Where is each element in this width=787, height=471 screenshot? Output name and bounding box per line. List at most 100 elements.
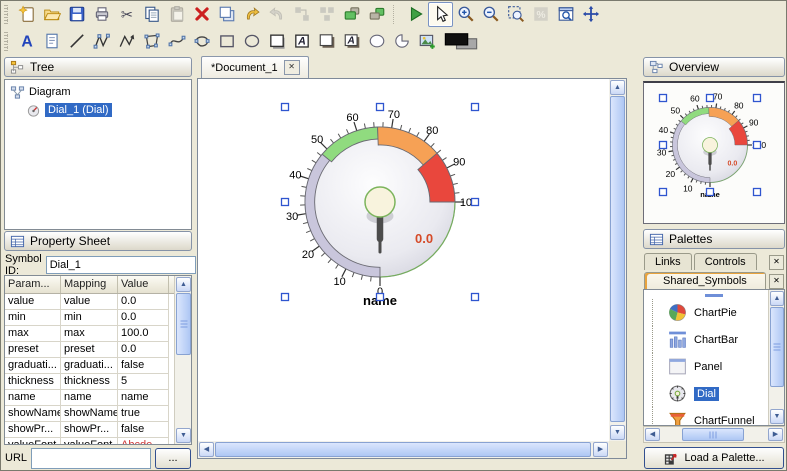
note-tool-button[interactable] (39, 29, 64, 54)
document-tab-close-icon[interactable]: ✕ (284, 60, 300, 75)
property-row[interactable]: valuevalue0.0 (5, 294, 191, 310)
document-tab[interactable]: *Document_1 ✕ (201, 56, 309, 78)
property-sheet-header[interactable]: Property Sheet (4, 231, 192, 251)
scroll-up-button[interactable]: ▲ (770, 291, 784, 306)
column-header[interactable]: Param... (5, 276, 61, 293)
symbol-id-field[interactable] (46, 256, 196, 274)
arrow-line-tool-button[interactable] (114, 29, 139, 54)
palette-tab-controls[interactable]: Controls (694, 253, 757, 270)
palettes-panel-header[interactable]: Palettes (643, 229, 785, 249)
send-to-back-button[interactable] (364, 2, 389, 27)
bring-to-front-button[interactable] (339, 2, 364, 27)
undo-button[interactable] (239, 2, 264, 27)
add-image-tool-button[interactable] (414, 29, 439, 54)
property-row[interactable]: graduati...graduati...false (5, 358, 191, 374)
palette-item-dial[interactable]: Dial (644, 380, 784, 407)
property-row[interactable]: showNameshowNametrue (5, 406, 191, 422)
scroll-thumb[interactable] (610, 96, 625, 422)
dial-widget[interactable]: 01020304050607080901000.0name (198, 79, 609, 441)
polygon-tool-button[interactable] (139, 29, 164, 54)
zoom-rect-button[interactable] (503, 2, 528, 27)
property-scrollbar[interactable]: ▲ ▼ (174, 276, 191, 444)
load-palette-button[interactable]: Load a Palette... (644, 447, 784, 469)
diagram-canvas[interactable]: 01020304050607080901000.0name ▲ ▼ ◀ ▶ (197, 78, 627, 459)
panel-tool-button[interactable] (264, 29, 289, 54)
canvas-hscrollbar[interactable]: ◀ ▶ (198, 441, 609, 458)
rect-outline-tool-button[interactable] (214, 29, 239, 54)
open-button[interactable] (39, 2, 64, 27)
url-browse-button[interactable]: ... (155, 448, 191, 469)
scroll-up-button[interactable]: ▲ (610, 80, 625, 95)
scroll-thumb[interactable] (215, 442, 591, 457)
scroll-thumb[interactable] (176, 293, 191, 355)
scroll-right-button[interactable]: ▶ (768, 428, 783, 441)
property-row[interactable]: presetpreset0.0 (5, 342, 191, 358)
pointer-button[interactable] (428, 2, 453, 27)
palette-hscrollbar[interactable]: ◀ ▶ (643, 426, 785, 443)
svg-text:0.0: 0.0 (728, 161, 738, 168)
scroll-left-button[interactable]: ◀ (645, 428, 660, 441)
palette-tab-links[interactable]: Links (644, 253, 692, 270)
property-row[interactable]: namenamename (5, 390, 191, 406)
scroll-thumb[interactable] (682, 428, 744, 441)
zoom-out-button[interactable] (478, 2, 503, 27)
text-tool-button[interactable]: A (14, 29, 39, 54)
overview-canvas[interactable]: 01020304050607080901000.0name (643, 81, 785, 224)
polyline-tool-button[interactable] (89, 29, 114, 54)
property-row[interactable]: minmin0.0 (5, 310, 191, 326)
property-row[interactable]: valueFontvalueFontAbcde (5, 438, 191, 445)
palette-tab-shared-symbols[interactable]: Shared_Symbols (644, 272, 766, 289)
column-header[interactable]: Value (118, 276, 169, 293)
scroll-right-button[interactable]: ▶ (593, 442, 608, 457)
pan-button[interactable] (578, 2, 603, 27)
scroll-up-button[interactable]: ▲ (176, 277, 191, 292)
color-swatches-button[interactable] (439, 29, 483, 54)
copy-button[interactable] (139, 2, 164, 27)
ellipse-tool-button[interactable] (364, 29, 389, 54)
print-button[interactable] (89, 2, 114, 27)
property-row[interactable]: thicknessthickness5 (5, 374, 191, 390)
column-header[interactable]: Mapping (61, 276, 118, 293)
zoom-in-button[interactable] (453, 2, 478, 27)
scroll-thumb[interactable] (770, 307, 784, 387)
canvas-vscrollbar[interactable]: ▲ ▼ (609, 79, 626, 441)
palette-item-chartfunnel[interactable]: ChartFunnel (644, 407, 784, 426)
tree-node-dial[interactable]: Dial_1 (Dial) (5, 101, 191, 119)
dark-text-box-tool-button[interactable]: A (339, 29, 364, 54)
cut-button[interactable]: ✂ (114, 2, 139, 27)
scroll-left-button[interactable]: ◀ (199, 442, 214, 457)
arc-tool-button[interactable] (389, 29, 414, 54)
delete-button[interactable] (189, 2, 214, 27)
send-to-back-icon (368, 5, 386, 23)
palette-item-chartbar[interactable]: ChartBar (644, 326, 784, 353)
tree-node-diagram[interactable]: Diagram (5, 80, 191, 101)
property-row[interactable]: showPr...showPr...false (5, 422, 191, 438)
text-box-tool-button[interactable]: A (289, 29, 314, 54)
rect-outline-tool-icon (218, 32, 236, 50)
scroll-down-button[interactable]: ▼ (610, 425, 625, 440)
palette-tab-close-icon[interactable]: ✕ (769, 274, 784, 289)
toolbar-grip[interactable] (4, 5, 8, 24)
clone-button[interactable] (214, 2, 239, 27)
run-button[interactable] (403, 2, 428, 27)
overview-panel-header[interactable]: Overview (643, 57, 785, 77)
scroll-down-button[interactable]: ▼ (176, 428, 191, 443)
save-button[interactable] (64, 2, 89, 27)
url-input[interactable] (31, 448, 151, 469)
closed-curve-tool-button[interactable] (189, 29, 214, 54)
curve-tool-button[interactable] (164, 29, 189, 54)
palette-tab-close-icon[interactable]: ✕ (769, 255, 784, 270)
tree-panel-header[interactable]: Tree (4, 57, 192, 77)
scroll-down-button[interactable]: ▼ (770, 409, 784, 424)
overview-mode-button[interactable] (553, 2, 578, 27)
property-cell: 0.0 (118, 294, 169, 310)
ellipse-outline-tool-button[interactable] (239, 29, 264, 54)
palette-item-chartpie[interactable]: ChartPie (644, 299, 784, 326)
toolbar-grip[interactable] (4, 32, 8, 51)
palette-item-panel[interactable]: Panel (644, 353, 784, 380)
line-tool-button[interactable] (64, 29, 89, 54)
palette-vscrollbar[interactable]: ▲ ▼ (768, 290, 784, 425)
shadow-box-tool-button[interactable] (314, 29, 339, 54)
new-document-button[interactable] (14, 2, 39, 27)
property-row[interactable]: maxmax100.0 (5, 326, 191, 342)
